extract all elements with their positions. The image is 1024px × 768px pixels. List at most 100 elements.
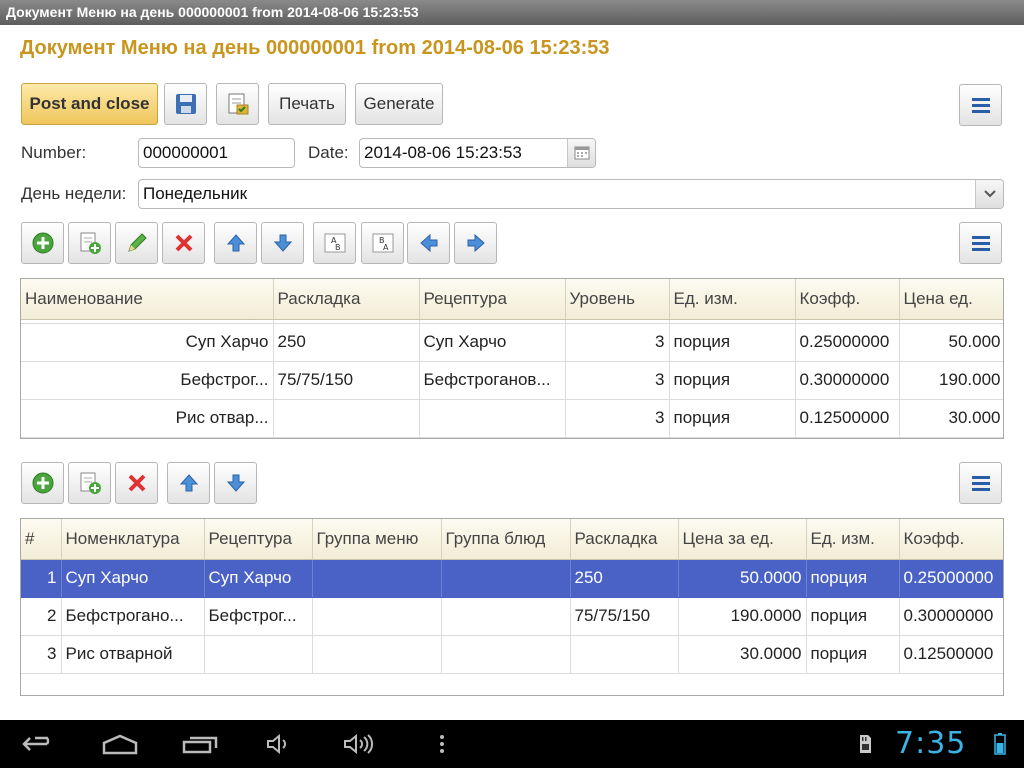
lower-grid-menu-button[interactable] xyxy=(959,462,1002,504)
column-header[interactable]: Группа блюд xyxy=(441,519,571,560)
table-row[interactable]: 2 Бефстрогано... Бефстрог... 75/75/150 1… xyxy=(21,597,1003,636)
column-header[interactable]: Рецептура xyxy=(204,519,313,560)
table-row[interactable]: Рис отвар... 3 порция 0.12500000 30.000 xyxy=(21,399,1003,438)
save-icon xyxy=(175,94,196,114)
cell-unit: порция xyxy=(806,635,900,674)
column-header[interactable]: Наименование xyxy=(21,279,274,320)
column-header[interactable]: Раскладка xyxy=(570,519,679,560)
volume-down-button[interactable] xyxy=(264,720,294,768)
table-row-selected[interactable]: 1 Суп Харчо Суп Харчо 250 50.0000 порция… xyxy=(21,559,1003,598)
home-button[interactable] xyxy=(100,720,140,768)
lower-add-button[interactable] xyxy=(21,462,64,504)
column-header[interactable]: Номенклатура xyxy=(61,519,205,560)
cell-nomenclature: Суп Харчо xyxy=(61,559,205,598)
weekday-dropdown-button[interactable] xyxy=(975,180,1003,208)
calendar-button[interactable] xyxy=(567,139,595,167)
upper-edit-button[interactable] xyxy=(115,222,158,264)
lower-copy-button[interactable] xyxy=(68,462,111,504)
column-header[interactable]: # xyxy=(21,519,62,560)
cell-nomenclature: Рис отварной xyxy=(61,635,205,674)
weekday-select[interactable]: Понедельник xyxy=(138,179,1004,209)
cell-layout xyxy=(273,399,420,438)
recent-apps-icon xyxy=(182,736,218,754)
cell-dish-group xyxy=(441,597,571,636)
cell-recipe: Суп Харчо xyxy=(204,559,313,598)
home-icon xyxy=(102,734,138,755)
lower-grid-header: # Номенклатура Рецептура Группа меню Гру… xyxy=(21,519,1003,560)
arrow-up-icon xyxy=(179,474,198,492)
save-button[interactable] xyxy=(164,83,207,125)
weekday-value: Понедельник xyxy=(143,184,248,203)
column-header[interactable]: Раскладка xyxy=(273,279,420,320)
lower-move-up-button[interactable] xyxy=(167,462,210,504)
cell-menu-group xyxy=(312,635,442,674)
column-header[interactable]: Ед. изм. xyxy=(669,279,796,320)
cell-nomenclature: Бефстрогано... xyxy=(61,597,205,636)
volume-down-icon xyxy=(267,733,286,755)
table-row[interactable]: 3 Рис отварной 30.0000 порция 0.12500000 xyxy=(21,635,1003,674)
cell-layout xyxy=(570,635,679,674)
cell-layout: 250 xyxy=(570,559,679,598)
cell-coefficient: 0.12500000 xyxy=(795,399,900,438)
upper-sort-desc-button[interactable]: BA xyxy=(361,222,404,264)
column-header[interactable]: Уровень xyxy=(565,279,670,320)
cell-layout: 250 xyxy=(273,323,420,362)
upper-grid-header: Наименование Раскладка Рецептура Уровень… xyxy=(21,279,1003,320)
column-header[interactable]: Коэфф. xyxy=(795,279,900,320)
cell-unit: порция xyxy=(669,361,796,400)
column-header[interactable]: Цена за ед. xyxy=(678,519,807,560)
cell-price: 190.000 xyxy=(899,361,1003,400)
date-field[interactable]: 2014-08-06 15:23:53 xyxy=(359,138,596,168)
copy-add-icon xyxy=(80,472,101,494)
lower-grid[interactable]: # Номенклатура Рецептура Группа меню Гру… xyxy=(20,518,1004,696)
upper-grid-menu-button[interactable] xyxy=(959,222,1002,264)
upper-copy-button[interactable] xyxy=(68,222,111,264)
pencil-icon xyxy=(127,233,147,252)
arrow-left-icon xyxy=(419,233,437,253)
number-field[interactable]: 000000001 xyxy=(138,138,295,168)
cell-coefficient: 0.12500000 xyxy=(899,635,1003,674)
post-and-close-button[interactable]: Post and close xyxy=(21,83,158,125)
cell-level: 3 xyxy=(565,399,670,438)
post-button[interactable] xyxy=(216,83,259,125)
upper-move-up-button[interactable] xyxy=(214,222,257,264)
upper-sort-asc-button[interactable]: AB xyxy=(313,222,356,264)
cell-recipe xyxy=(204,635,313,674)
more-actions-button[interactable] xyxy=(959,84,1002,126)
column-header[interactable]: Цена ед. xyxy=(899,279,1003,320)
sort-descending-icon: BA xyxy=(372,233,393,253)
upper-move-right-button[interactable] xyxy=(454,222,497,264)
print-button[interactable]: Печать xyxy=(268,83,346,125)
upper-move-down-button[interactable] xyxy=(261,222,304,264)
table-row[interactable]: Суп Харчо 250 Суп Харчо 3 порция 0.25000… xyxy=(21,323,1003,362)
volume-up-button[interactable] xyxy=(342,720,376,768)
menu-overflow-button[interactable] xyxy=(432,720,452,768)
delete-icon xyxy=(128,474,145,492)
back-button[interactable] xyxy=(20,720,60,768)
lower-delete-button[interactable] xyxy=(115,462,158,504)
battery-status xyxy=(990,720,1010,768)
upper-delete-button[interactable] xyxy=(162,222,205,264)
upper-add-button[interactable] xyxy=(21,222,64,264)
generate-button[interactable]: Generate xyxy=(355,83,443,125)
cell-recipe xyxy=(419,399,566,438)
cell-unit-price: 30.0000 xyxy=(678,635,807,674)
cell-unit: порция xyxy=(806,597,900,636)
table-row[interactable]: Бефстрог... 75/75/150 Бефстроганов... 3 … xyxy=(21,361,1003,400)
lower-move-down-button[interactable] xyxy=(214,462,257,504)
upper-grid[interactable]: Наименование Раскладка Рецептура Уровень… xyxy=(20,278,1004,439)
column-header[interactable]: Ед. изм. xyxy=(806,519,900,560)
copy-add-icon xyxy=(80,232,101,254)
date-label: Date: xyxy=(308,143,349,162)
recent-apps-button[interactable] xyxy=(180,720,220,768)
column-header[interactable]: Группа меню xyxy=(312,519,442,560)
cell-coefficient: 0.25000000 xyxy=(795,323,900,362)
column-header[interactable]: Рецептура xyxy=(419,279,566,320)
battery-icon xyxy=(994,733,1006,755)
cell-unit: порция xyxy=(669,399,796,438)
upper-move-left-button[interactable] xyxy=(407,222,450,264)
arrow-up-icon xyxy=(226,234,245,252)
column-header[interactable]: Коэфф. xyxy=(899,519,1003,560)
page-title: Документ Меню на день 000000001 from 201… xyxy=(20,37,610,59)
chevron-down-icon xyxy=(983,190,996,198)
